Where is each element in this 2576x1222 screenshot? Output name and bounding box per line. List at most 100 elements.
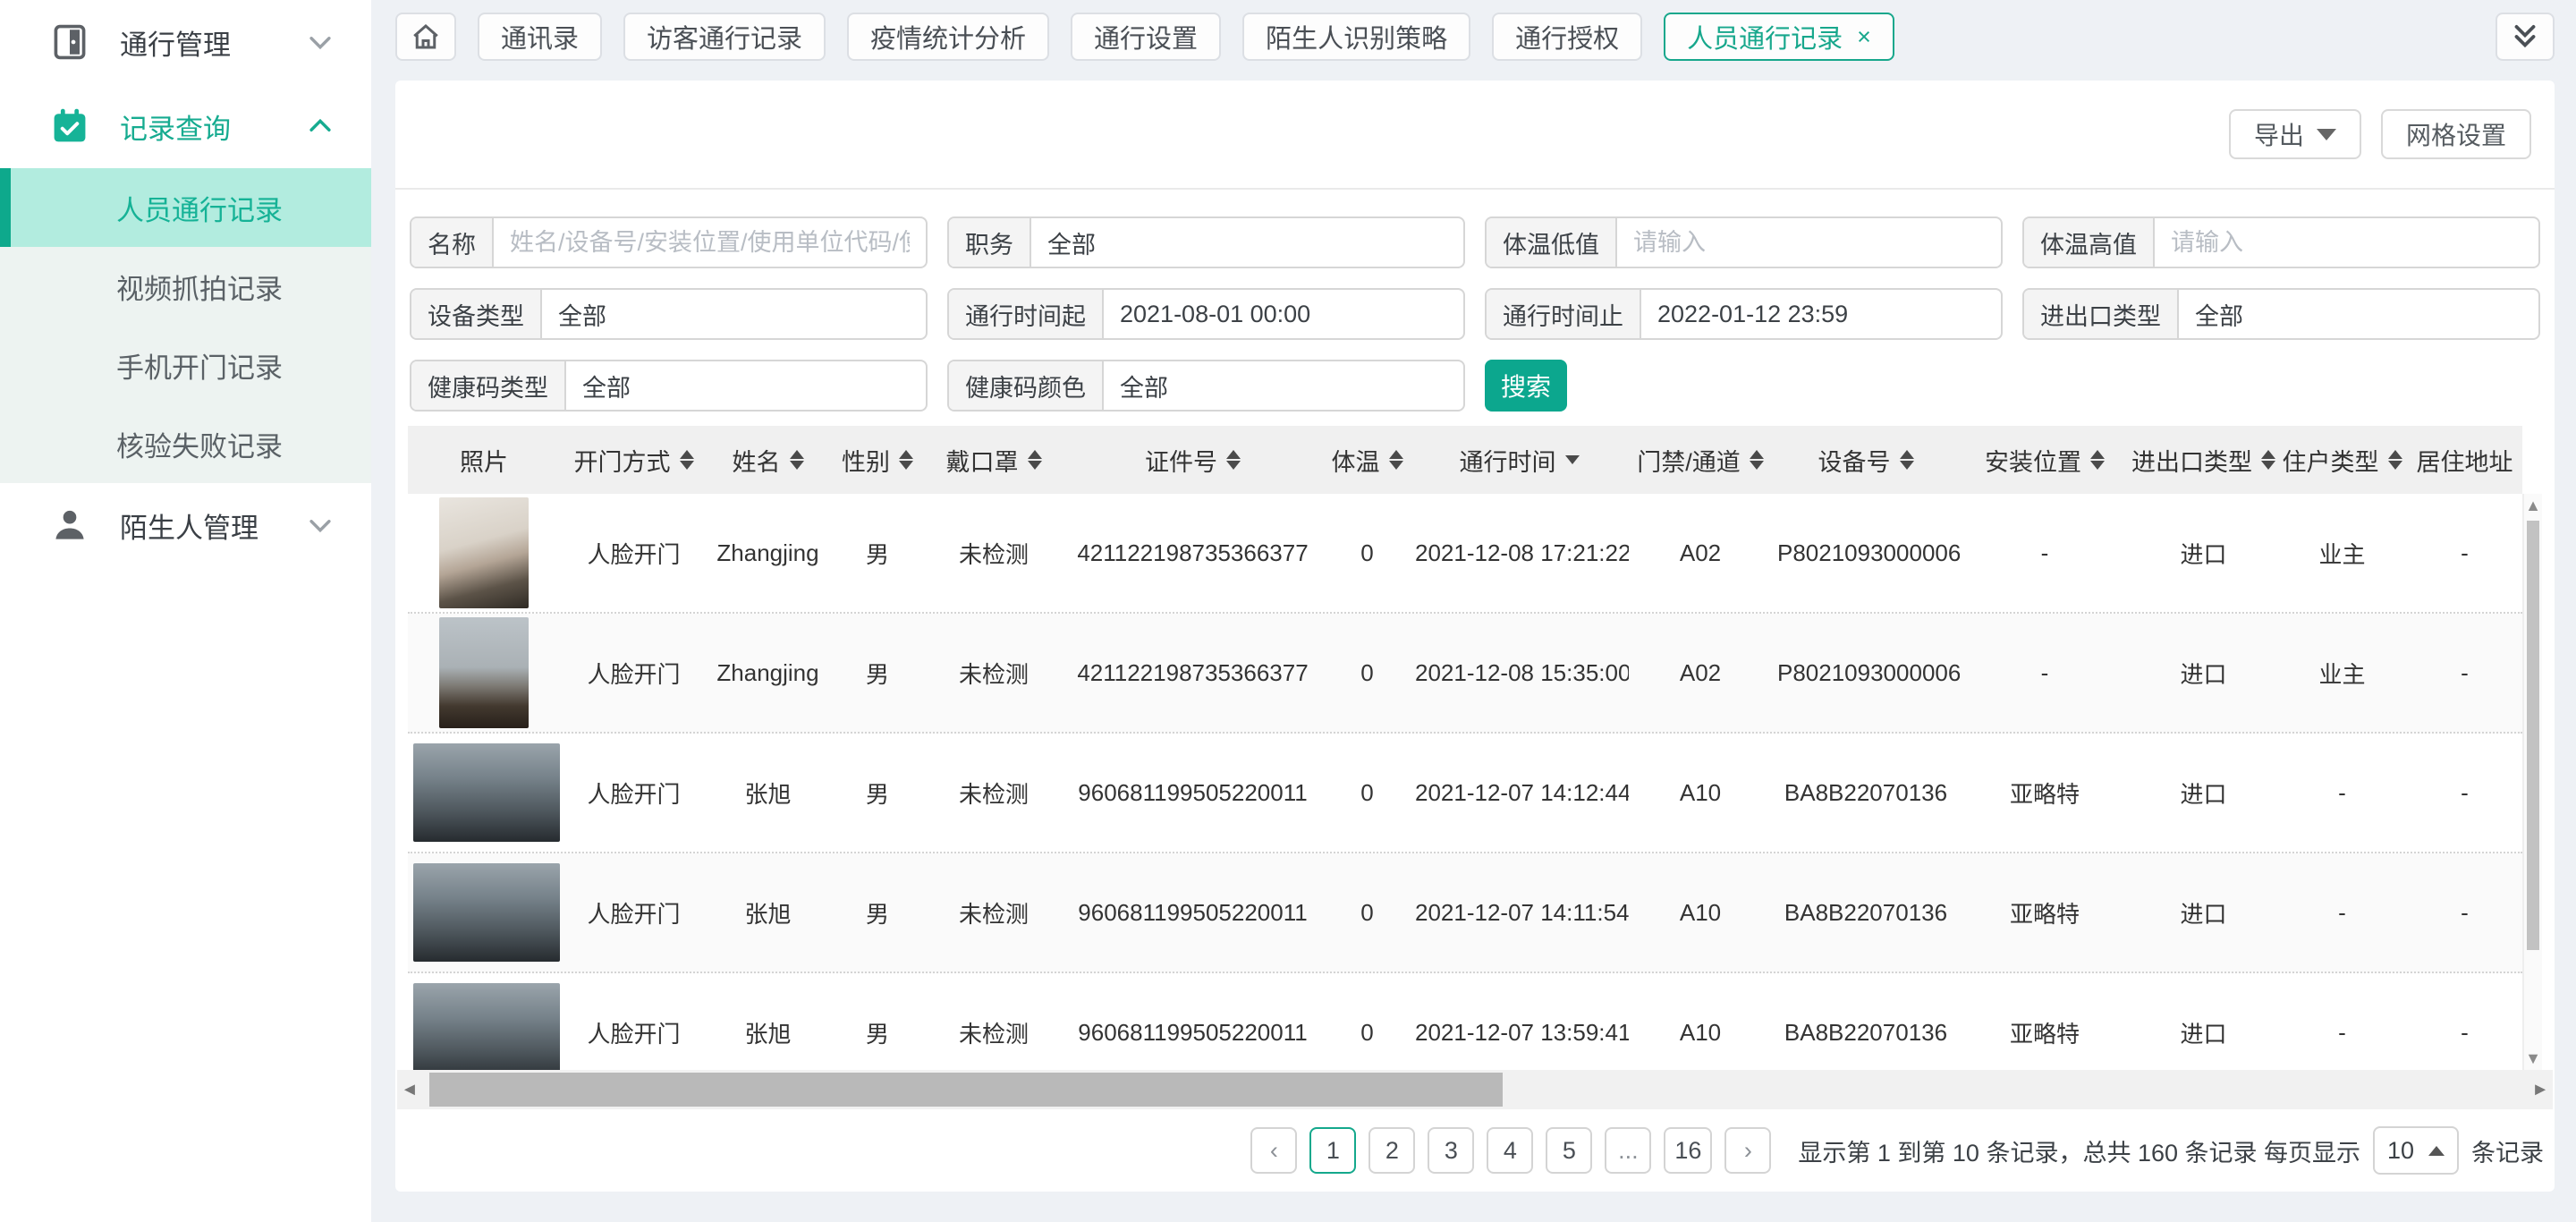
photo-cell <box>408 743 560 842</box>
scroll-left-arrow-icon[interactable]: ◄ <box>401 1080 419 1100</box>
page-button-1[interactable]: 1 <box>1309 1127 1356 1174</box>
page-button-4[interactable]: 4 <box>1487 1127 1533 1174</box>
sort-icon[interactable] <box>2261 450 2275 470</box>
cell-gate: A10 <box>1629 779 1772 807</box>
tab-0[interactable]: 通讯录 <box>478 13 602 61</box>
filter-input[interactable] <box>1031 218 1463 267</box>
column-header[interactable]: 性别 <box>828 443 927 478</box>
column-header-label: 照片 <box>460 443 508 478</box>
table-row[interactable]: 人脸开门张旭男未检测96068119950522001102021-12-07 … <box>408 853 2522 973</box>
column-header[interactable]: 安装位置 <box>1960 443 2130 478</box>
filter-input[interactable] <box>1104 361 1463 410</box>
search-button[interactable]: 搜索 <box>1485 360 1567 412</box>
sidebar-item-verify-fail-records[interactable]: 核验失败记录 <box>0 404 371 483</box>
filter-input[interactable] <box>1104 290 1463 338</box>
sidebar-item-video-capture-records[interactable]: 视频抓拍记录 <box>0 247 371 326</box>
tab-1[interactable]: 访客通行记录 <box>623 13 826 61</box>
sort-icon[interactable] <box>2388 450 2402 470</box>
ellipsis-page-button[interactable]: ... <box>1605 1127 1651 1174</box>
filter-label: 职务 <box>949 218 1031 267</box>
page-button-2[interactable]: 2 <box>1368 1127 1415 1174</box>
filter-input[interactable] <box>2179 290 2538 338</box>
caret-down-icon <box>2317 129 2336 140</box>
vertical-scrollbar[interactable]: ▲ ▼ <box>2522 494 2542 1070</box>
scroll-up-arrow-icon[interactable]: ▲ <box>2524 494 2542 517</box>
column-header[interactable]: 开门方式 <box>560 443 708 478</box>
sort-icon[interactable] <box>1028 450 1042 470</box>
column-header[interactable]: 姓名 <box>708 443 828 478</box>
close-icon[interactable]: × <box>1857 23 1871 51</box>
sort-icon[interactable] <box>1226 450 1241 470</box>
tab-3[interactable]: 通行设置 <box>1071 13 1221 61</box>
cell-pass-time: 2021-12-07 14:12:44 <box>1410 779 1629 807</box>
cell-device-no: P8021093000006 <box>1772 659 1960 687</box>
column-header-label: 居住地址 <box>2417 443 2513 478</box>
cell-id-number: 960681199505220011 <box>1061 779 1325 807</box>
table-row[interactable]: 人脸开门张旭男未检测96068119950522001102021-12-07 … <box>408 734 2522 853</box>
per-page-select[interactable]: 10 <box>2373 1126 2459 1175</box>
column-header[interactable]: 体温 <box>1325 443 1410 478</box>
column-header[interactable]: 进出口类型 <box>2130 443 2277 478</box>
scroll-right-arrow-icon[interactable]: ► <box>2531 1080 2549 1100</box>
filter-input[interactable] <box>2155 218 2538 267</box>
home-tab-button[interactable] <box>395 13 456 61</box>
sort-icon[interactable] <box>899 450 913 470</box>
column-header[interactable]: 证件号 <box>1061 443 1325 478</box>
sort-icon[interactable] <box>790 450 804 470</box>
table-row[interactable]: 人脸开门张旭男未检测96068119950522001102021-12-07 … <box>408 973 2522 1070</box>
sort-icon[interactable] <box>1565 455 1580 464</box>
table-row[interactable]: 人脸开门Zhangjing男未检测42112219873536637702021… <box>408 494 2522 614</box>
column-header: 居住地址 <box>2407 443 2522 478</box>
export-button[interactable]: 导出 <box>2229 109 2361 159</box>
sidebar-item-phone-open-records[interactable]: 手机开门记录 <box>0 326 371 404</box>
filter-input[interactable] <box>494 218 926 267</box>
filter-label: 体温低值 <box>1487 218 1617 267</box>
filter-input[interactable] <box>542 290 926 338</box>
tab-4[interactable]: 陌生人识别策略 <box>1242 13 1470 61</box>
cell-gender: 男 <box>828 537 927 570</box>
cell-pass-time: 2021-12-08 15:35:00 <box>1410 659 1629 687</box>
table-row[interactable]: 人脸开门Zhangjing男未检测42112219873536637702021… <box>408 614 2522 734</box>
sidebar-group-record-query[interactable]: 记录查询 <box>0 84 371 168</box>
cell-mask: 未检测 <box>927 776 1061 810</box>
horizontal-scrollbar-thumb[interactable] <box>429 1073 1503 1107</box>
page-button-5[interactable]: 5 <box>1546 1127 1592 1174</box>
filter-input[interactable] <box>1617 218 2001 267</box>
filter-input[interactable] <box>566 361 926 410</box>
export-button-label: 导出 <box>2254 116 2304 152</box>
column-header[interactable]: 戴口罩 <box>927 443 1061 478</box>
tab-5[interactable]: 通行授权 <box>1492 13 1642 61</box>
tab-label: 疫情统计分析 <box>870 18 1026 55</box>
column-header[interactable]: 门禁/通道 <box>1629 443 1772 478</box>
page-button-3[interactable]: 3 <box>1428 1127 1474 1174</box>
filter-input[interactable] <box>1641 290 2001 338</box>
filter-group: 体温低值 <box>1485 216 2003 268</box>
main-area: 通讯录 访客通行记录 疫情统计分析 通行设置陌生人识别策略通行授权人员通行记录× 导出… <box>371 0 2576 1222</box>
grid-settings-button[interactable]: 网格设置 <box>2381 109 2531 159</box>
column-header[interactable]: 住户类型 <box>2277 443 2407 478</box>
sort-icon[interactable] <box>680 450 694 470</box>
tab-label: 通讯录 <box>501 18 579 55</box>
column-header[interactable]: 通行时间 <box>1410 443 1629 478</box>
cell-gate-type: 进口 <box>2130 896 2277 929</box>
cell-id-number: 960681199505220011 <box>1061 899 1325 927</box>
sort-icon[interactable] <box>1900 450 1914 470</box>
vertical-scrollbar-thumb[interactable] <box>2527 521 2539 950</box>
column-header-label: 住户类型 <box>2283 443 2379 478</box>
home-icon <box>410 21 442 53</box>
sort-icon[interactable] <box>1750 450 1764 470</box>
page-button-16[interactable]: 16 <box>1664 1127 1712 1174</box>
sidebar-item-person-pass-records[interactable]: 人员通行记录 <box>0 168 371 247</box>
tab-6[interactable]: 人员通行记录× <box>1664 13 1894 61</box>
prev-page-button[interactable]: ‹ <box>1250 1127 1297 1174</box>
tab-2[interactable]: 疫情统计分析 <box>847 13 1049 61</box>
collapse-tabs-button[interactable] <box>2496 13 2555 61</box>
column-header[interactable]: 设备号 <box>1772 443 1960 478</box>
sort-icon[interactable] <box>1389 450 1403 470</box>
horizontal-scrollbar[interactable]: ◄ ► <box>397 1070 2553 1109</box>
next-page-button[interactable]: › <box>1724 1127 1771 1174</box>
sidebar-group-stranger-management[interactable]: 陌生人管理 <box>0 483 371 567</box>
sort-icon[interactable] <box>2090 450 2105 470</box>
scroll-down-arrow-icon[interactable]: ▼ <box>2524 1047 2542 1070</box>
sidebar-group-access-management[interactable]: 通行管理 <box>0 0 371 84</box>
